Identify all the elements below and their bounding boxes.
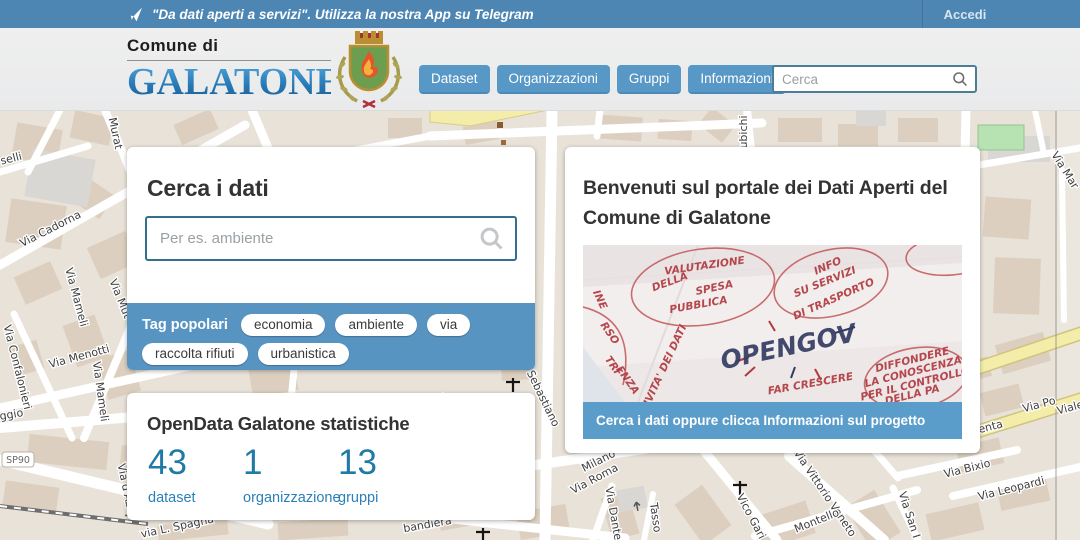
stats-card-title: OpenData Galatone statistiche bbox=[147, 413, 410, 434]
nav-organizations[interactable]: Organizzazioni bbox=[496, 65, 610, 94]
tag-raccolta-rifiuti[interactable]: raccolta rifiuti bbox=[142, 343, 248, 365]
stat-value: 43 bbox=[148, 443, 187, 482]
site-logo[interactable]: Comune di GALATONE bbox=[127, 36, 341, 103]
telegram-plane-icon bbox=[127, 7, 142, 21]
header-search bbox=[772, 65, 977, 93]
search-icon[interactable] bbox=[952, 71, 968, 87]
announcement-text: "Da dati aperti a servizi". Utilizza la … bbox=[152, 6, 534, 22]
announcement-bar: "Da dati aperti a servizi". Utilizza la … bbox=[0, 0, 1080, 28]
login-link[interactable]: Accedi bbox=[922, 0, 1007, 28]
tag-urbanistica[interactable]: urbanistica bbox=[257, 343, 349, 365]
poi-marker bbox=[497, 122, 503, 128]
search-card: Cerca i dati Tag popolari economia ambie… bbox=[127, 147, 535, 370]
stat-organizations: 1 organizzazione bbox=[243, 443, 341, 507]
stat-label: gruppi bbox=[338, 490, 379, 506]
welcome-photo: VALUTAZIONEDELLA SPESAPUBBLICAINFOSU SERV… bbox=[583, 245, 962, 403]
street-label: ubichi bbox=[737, 115, 750, 148]
poi-marker bbox=[501, 140, 506, 145]
dataset-search bbox=[145, 216, 517, 261]
road-ref-label: SP90 bbox=[6, 455, 30, 466]
header-search-input[interactable] bbox=[774, 71, 952, 87]
road-ref-badge: SP90 bbox=[1, 451, 35, 468]
welcome-title: Benvenuti sul portale dei Dati Aperti de… bbox=[583, 177, 948, 230]
tag-via[interactable]: via bbox=[427, 314, 471, 336]
map-park bbox=[977, 124, 1025, 151]
stat-datasets: 43 dataset bbox=[148, 443, 243, 507]
welcome-card: Benvenuti sul portale dei Dati Aperti de… bbox=[565, 147, 980, 453]
logo-title: GALATONE bbox=[127, 60, 341, 103]
stats-card: OpenData Galatone statistiche 43 dataset… bbox=[127, 393, 535, 520]
stat-label: dataset bbox=[148, 490, 196, 506]
tags-label: Tag popolari bbox=[142, 317, 228, 333]
tag-ambiente[interactable]: ambiente bbox=[335, 314, 418, 336]
logo-pretitle: Comune di bbox=[127, 36, 219, 55]
stat-groups: 13 gruppi bbox=[338, 443, 379, 507]
telegram-announcement[interactable]: "Da dati aperti a servizi". Utilizza la … bbox=[126, 0, 534, 28]
site-header: Comune di GALATONE Dataset Organizzazion… bbox=[0, 28, 1080, 111]
stats-row: 43 dataset 1 organizzazione 13 gruppi bbox=[127, 443, 535, 507]
stat-value: 13 bbox=[338, 443, 377, 482]
nav-groups[interactable]: Gruppi bbox=[616, 65, 682, 94]
municipal-crest bbox=[336, 31, 402, 109]
nav-dataset[interactable]: Dataset bbox=[419, 65, 490, 94]
search-card-title: Cerca i dati bbox=[147, 175, 269, 201]
search-icon[interactable] bbox=[479, 226, 504, 251]
tag-economia[interactable]: economia bbox=[240, 314, 326, 336]
stat-value: 1 bbox=[243, 443, 263, 482]
welcome-caption: Cerca i dati oppure clicca Informazioni … bbox=[583, 402, 962, 440]
stat-label: organizzazione bbox=[243, 490, 341, 506]
dataset-search-input[interactable] bbox=[147, 230, 479, 247]
main-nav: Dataset Organizzazioni Gruppi Informazio… bbox=[419, 65, 786, 94]
popular-tags-band: Tag popolari economia ambiente via racco… bbox=[127, 303, 535, 370]
